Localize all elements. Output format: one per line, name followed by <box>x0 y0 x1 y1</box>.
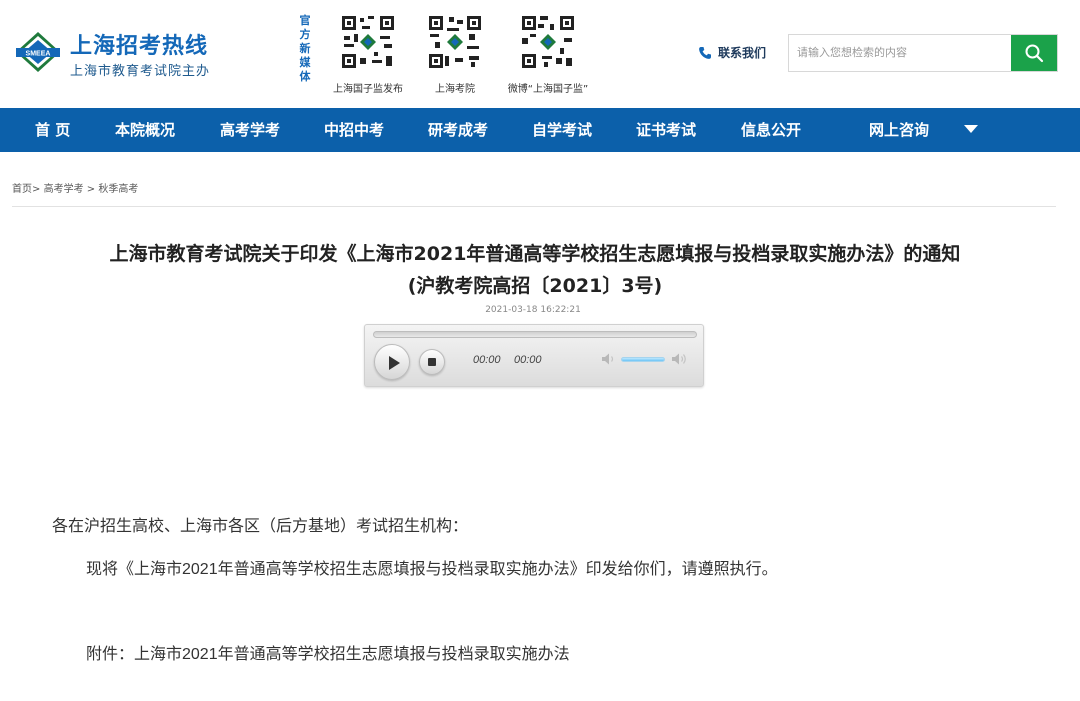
volume-slider[interactable] <box>621 357 665 362</box>
logo-text: SMEEA <box>26 51 51 58</box>
qrcode-image <box>427 14 483 70</box>
stop-icon <box>428 358 436 366</box>
nav-item-online-consult[interactable]: 网上咨询 <box>869 108 929 152</box>
qrcode-shanghai-kaoyuan[interactable]: 上海考院 <box>410 14 500 95</box>
nav-item-self-study-exam[interactable]: 自学考试 <box>532 108 592 152</box>
volume-max-icon[interactable] <box>671 352 689 366</box>
site-title: 上海招考热线 <box>70 34 209 59</box>
article-title: 上海市教育考试院关于印发《上海市2021年普通高等学校招生志愿填报与投档录取实施… <box>20 238 1050 302</box>
site-logo[interactable]: SMEEA 上海招考热线 上海市教育考试院主办 <box>14 28 214 80</box>
qrcode-weibo-guozijian[interactable]: 微博“上海国子监” <box>503 14 593 95</box>
nav-item-zhongkao[interactable]: 中招中考 <box>324 108 384 152</box>
main-nav: 首 页 本院概况 高考学考 中招中考 研考成考 自学考试 证书考试 信息公开 网… <box>0 108 1080 152</box>
site-header: SMEEA 上海招考热线 上海市教育考试院主办 官方新媒体 上海国子监发布 上海… <box>0 0 1080 108</box>
search-box <box>788 34 1058 72</box>
nav-item-about[interactable]: 本院概况 <box>115 108 175 152</box>
contact-us-link[interactable]: 联系我们 <box>698 44 766 61</box>
phone-icon <box>699 46 711 59</box>
qrcode-image <box>520 14 576 70</box>
qrcode-image <box>340 14 396 70</box>
official-media-label: 官方新媒体 <box>299 14 311 83</box>
search-icon <box>1025 44 1044 63</box>
site-subtitle: 上海市教育考试院主办 <box>70 64 211 79</box>
audio-duration: 00:00 <box>514 354 542 366</box>
breadcrumb-section[interactable]: 高考学考 <box>44 184 84 195</box>
search-button[interactable] <box>1011 35 1057 71</box>
qrcode-label: 微博“上海国子监” <box>507 84 589 95</box>
article-body-paragraph: 现将《上海市2021年普通高等学校招生志愿填报与投档录取实施办法》印发给你们，请… <box>86 561 778 578</box>
breadcrumb-current[interactable]: 秋季高考 <box>98 184 138 195</box>
breadcrumb-divider <box>12 206 1056 207</box>
nav-item-info-disclosure[interactable]: 信息公开 <box>741 108 801 152</box>
volume-mute-icon[interactable] <box>601 352 617 366</box>
contact-us-label: 联系我们 <box>718 46 767 60</box>
audio-current-time: 00:00 <box>473 354 501 366</box>
nav-dropdown-icon[interactable] <box>964 125 978 133</box>
article-salutation: 各在沪招生高校、上海市各区（后方基地）考试招生机构： <box>52 518 469 535</box>
qrcode-label: 上海考院 <box>435 84 475 95</box>
play-icon <box>389 356 400 370</box>
article-attachment-link[interactable]: 附件：上海市2021年普通高等学校招生志愿填报与投档录取实施办法 <box>86 640 570 664</box>
breadcrumb-separator: > <box>86 184 96 195</box>
breadcrumb-home[interactable]: 首页> <box>12 184 40 195</box>
nav-item-graduate-adult-exam[interactable]: 研考成考 <box>428 108 488 152</box>
smeea-logo-icon: SMEEA <box>16 32 60 72</box>
qrcode-wechat-guozijian[interactable]: 上海国子监发布 <box>323 14 413 95</box>
stop-button[interactable] <box>419 349 445 375</box>
breadcrumb: 首页> 高考学考 > 秋季高考 <box>12 180 138 195</box>
play-button[interactable] <box>374 344 410 380</box>
search-input[interactable] <box>789 35 1011 71</box>
nav-item-gaokao[interactable]: 高考学考 <box>220 108 280 152</box>
audio-player: 00:00 00:00 <box>364 324 704 387</box>
article-title-line2: (沪教考院高招〔2021〕3号) <box>407 275 663 297</box>
article-date: 2021-03-18 16:22:21 <box>485 305 581 315</box>
nav-item-certificate-exam[interactable]: 证书考试 <box>636 108 696 152</box>
article-title-line1: 上海市教育考试院关于印发《上海市2021年普通高等学校招生志愿填报与投档录取实施… <box>109 243 961 265</box>
audio-progress-bar[interactable] <box>373 331 697 338</box>
qrcode-label: 上海国子监发布 <box>333 84 403 95</box>
nav-item-home[interactable]: 首 页 <box>35 108 70 152</box>
